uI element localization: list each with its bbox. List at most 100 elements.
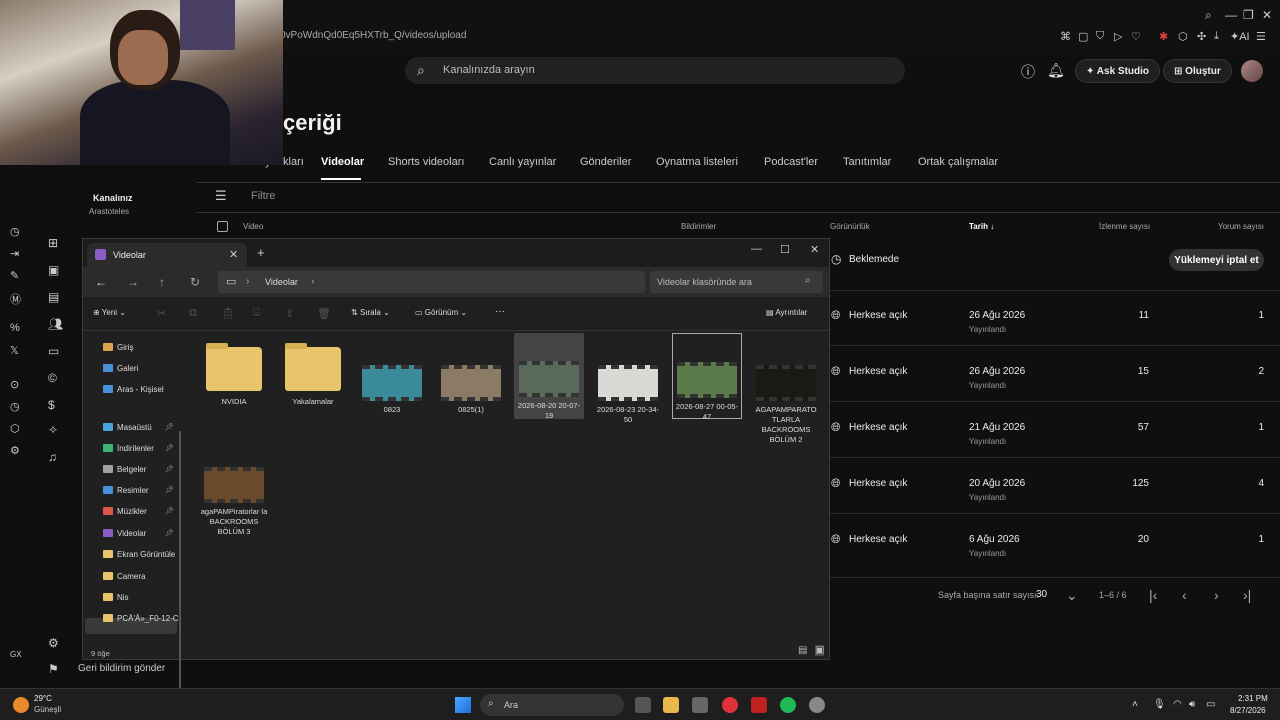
- app-icon[interactable]: [809, 697, 825, 713]
- prev-page-icon[interactable]: ‹: [1182, 587, 1187, 603]
- analytics-icon[interactable]: ▤: [48, 290, 59, 304]
- tray-overflow-icon[interactable]: ˄: [1132, 699, 1138, 710]
- close-icon[interactable]: ✕: [1262, 8, 1272, 22]
- cube-icon[interactable]: ⬡: [10, 422, 20, 435]
- percent-icon[interactable]: %: [10, 322, 20, 334]
- cube-icon[interactable]: ⬡: [1178, 30, 1188, 43]
- clock-date[interactable]: 8/27/2026: [1230, 706, 1266, 715]
- shield-icon[interactable]: ⛉: [1096, 30, 1104, 43]
- spotify-icon[interactable]: [780, 697, 796, 713]
- video-file-item[interactable]: 2026-08-23 20-34-50: [593, 339, 663, 425]
- screenshot-icon[interactable]: ▢: [1078, 30, 1088, 43]
- edit-icon[interactable]: ✎: [10, 269, 19, 282]
- wifi-icon[interactable]: ◠: [1173, 699, 1182, 710]
- cancel-upload-button[interactable]: Yüklemeyi iptal et: [1169, 249, 1264, 271]
- menu-icon[interactable]: ☰: [1256, 30, 1266, 43]
- earn-icon[interactable]: $: [48, 398, 55, 412]
- first-page-icon[interactable]: |‹: [1149, 587, 1157, 603]
- start-button[interactable]: [455, 697, 471, 713]
- community-icon[interactable]: 👥︎: [48, 317, 63, 331]
- x-icon[interactable]: 𝕏: [10, 344, 19, 357]
- folder-item[interactable]: Yakalamalar: [278, 339, 348, 407]
- minimize-icon[interactable]: —: [751, 243, 762, 255]
- paste-icon[interactable]: 📋︎: [221, 307, 235, 320]
- tab-live[interactable]: Canlı yayınlar: [489, 156, 556, 168]
- clock-icon[interactable]: ◷: [10, 400, 20, 413]
- view-button[interactable]: ▭ Görünüm ⌄: [415, 308, 467, 317]
- taskbar-search[interactable]: ⌕ Ara: [480, 694, 624, 716]
- cut-icon[interactable]: ✂: [157, 307, 166, 320]
- maximize-icon[interactable]: ☐: [780, 243, 790, 256]
- refresh-icon[interactable]: ↻: [190, 275, 200, 289]
- tab-collaborations[interactable]: Ortak çalışmalar: [918, 156, 998, 168]
- video-file-item[interactable]: 2026-08-27 00-05-47: [672, 333, 742, 421]
- battery-icon[interactable]: ▭: [1206, 699, 1215, 710]
- close-tab-icon[interactable]: ✕: [229, 248, 238, 261]
- share-icon[interactable]: ⇪: [285, 307, 294, 320]
- close-icon[interactable]: ✕: [810, 243, 819, 256]
- sidebar-item[interactable]: İndirilenler 📌︎: [103, 444, 183, 458]
- extension-icon[interactable]: ✱: [1159, 30, 1168, 43]
- sidebar-item[interactable]: Masaüstü 📌︎: [103, 423, 183, 437]
- sidebar-item[interactable]: Resimler 📌︎: [103, 486, 183, 500]
- tab-shorts[interactable]: Shorts videoları: [388, 156, 464, 168]
- play-icon[interactable]: ▷: [1114, 30, 1122, 43]
- settings-icon[interactable]: ⚙: [48, 636, 59, 650]
- up-icon[interactable]: ↑: [159, 275, 165, 289]
- explorer-search[interactable]: Videolar klasöründe ara ⌕: [650, 271, 823, 293]
- arrow-icon[interactable]: ⇥: [10, 247, 19, 260]
- help-icon[interactable]: ⓘ: [1021, 62, 1035, 82]
- address-bar-url[interactable]: 0vPoWdnQd0Eq5HXTrb_Q/videos/upload: [280, 30, 466, 41]
- row-visibility[interactable]: Herkese açık: [849, 478, 907, 489]
- sidebar-item[interactable]: Müzikler 📌︎: [103, 507, 183, 521]
- rows-per-page-select[interactable]: 30: [1036, 589, 1047, 600]
- sort-button[interactable]: ⇅ Sırala ⌄: [351, 308, 390, 317]
- send-feedback-link[interactable]: Geri bildirim gönder: [78, 663, 165, 674]
- row-visibility[interactable]: Herkese açık: [849, 310, 907, 321]
- tab-podcasts[interactable]: Podcast'ler: [764, 156, 818, 168]
- copy-icon[interactable]: ⧉: [189, 307, 197, 320]
- row-visibility[interactable]: Herkese açık: [849, 534, 907, 545]
- row-visibility[interactable]: Herkese açık: [849, 366, 907, 377]
- copyright-icon[interactable]: ©: [48, 371, 57, 385]
- bookmark-icon[interactable]: ⌘: [1060, 30, 1071, 43]
- tab-posts[interactable]: Gönderiler: [580, 156, 631, 168]
- notifications-icon[interactable]: 🔔︎: [1047, 62, 1065, 79]
- volume-icon[interactable]: 🔊︎: [1189, 699, 1195, 710]
- tiles-view-icon[interactable]: ▣: [815, 645, 825, 656]
- history-icon[interactable]: ◷: [10, 225, 20, 238]
- microphone-icon[interactable]: 🎙︎: [1153, 699, 1166, 710]
- new-button[interactable]: ⊕ Yeni ⌄: [93, 308, 126, 317]
- filter-input[interactable]: Filtre: [251, 190, 275, 202]
- tab-videos[interactable]: Videolar: [321, 156, 364, 168]
- content-icon[interactable]: ▣: [48, 263, 59, 277]
- file-explorer-icon[interactable]: [663, 697, 679, 713]
- feedback-icon[interactable]: ⚑: [48, 662, 59, 676]
- audio-library-icon[interactable]: ♫: [48, 450, 57, 464]
- column-date[interactable]: Tarih ↓: [969, 222, 994, 231]
- clock-time[interactable]: 2:31 PM: [1238, 694, 1268, 703]
- forward-icon[interactable]: →: [127, 275, 139, 289]
- explorer-tab[interactable]: Videolar ✕: [87, 243, 247, 267]
- play-circle-icon[interactable]: ⊙: [10, 378, 19, 391]
- m-icon[interactable]: Ⓜ: [10, 291, 21, 307]
- chevron-down-icon[interactable]: ⌄: [1066, 587, 1078, 604]
- store-icon[interactable]: [692, 697, 708, 713]
- rename-icon[interactable]: ⌸: [253, 307, 260, 320]
- sidebar-item[interactable]: Camera: [103, 572, 183, 586]
- select-all-checkbox[interactable]: [217, 221, 228, 232]
- video-file-item[interactable]: agaPAMPiratorlar la BACKROOMS BÖLÜM 3: [199, 441, 269, 537]
- sidebar-item[interactable]: Ekran Görüntüle: [103, 550, 183, 564]
- sidebar-item[interactable]: Aras - Kişisel›: [103, 385, 183, 399]
- create-button[interactable]: ⊞ Oluştur: [1163, 59, 1232, 83]
- ai-button[interactable]: ✦AI: [1230, 30, 1250, 43]
- settings-icon[interactable]: ⚙: [10, 444, 20, 457]
- video-file-item[interactable]: 0823: [357, 339, 427, 415]
- channel-search[interactable]: ⌕ Kanalınızda arayın: [405, 57, 905, 84]
- customization-icon[interactable]: ✧: [48, 423, 58, 437]
- ask-studio-button[interactable]: ✦ Ask Studio: [1075, 59, 1161, 83]
- details-view-icon[interactable]: ▤: [798, 645, 807, 656]
- next-page-icon[interactable]: ›: [1214, 587, 1219, 603]
- weather-temp[interactable]: 29°C: [34, 694, 52, 703]
- subtitles-icon[interactable]: ▭: [48, 344, 59, 358]
